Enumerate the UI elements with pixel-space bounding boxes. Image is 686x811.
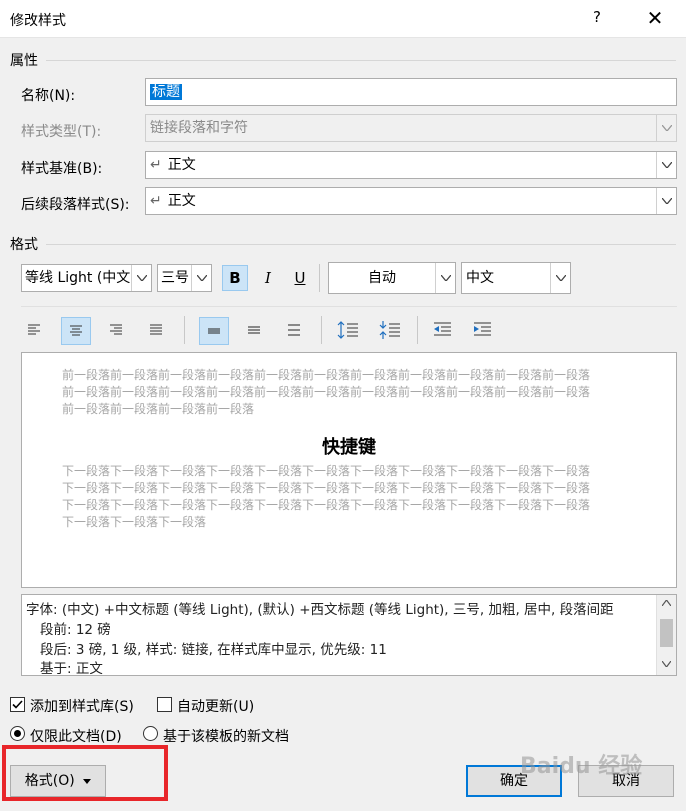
close-button[interactable]: ✕ xyxy=(640,6,670,32)
chevron-down-icon xyxy=(656,115,676,141)
align-center-icon xyxy=(70,325,82,336)
font-size-select[interactable]: 三号 xyxy=(157,264,212,292)
single-spacing-button[interactable] xyxy=(199,317,229,345)
paragraph-mark-icon: ↵ xyxy=(150,157,162,173)
align-right-button[interactable] xyxy=(103,317,129,343)
paragraph-space-before-icon xyxy=(337,321,358,339)
name-value: 标题 xyxy=(150,84,182,100)
chevron-down-icon[interactable] xyxy=(191,265,211,291)
toolbar-separator xyxy=(319,264,320,292)
format-divider xyxy=(46,244,676,245)
auto-update-label[interactable]: 自动更新(U) xyxy=(177,696,254,716)
vertical-scrollbar[interactable] xyxy=(656,595,676,675)
new-docs-template-label[interactable]: 基于该模板的新文档 xyxy=(163,726,289,746)
justify-icon xyxy=(150,324,162,335)
decrease-indent-button[interactable] xyxy=(429,317,455,343)
format-header: 格式 xyxy=(10,237,38,253)
radio-selected-dot xyxy=(14,730,21,737)
align-left-button[interactable] xyxy=(21,317,47,343)
auto-update-checkbox[interactable] xyxy=(157,697,172,712)
justify-button[interactable] xyxy=(143,317,169,343)
previous-paragraph-text: 前一段落前一段落前一段落前一段落前一段落前一段落前一段落前一段落前一段落前一段落… xyxy=(62,368,591,416)
style-type-label: 样式类型(T): xyxy=(21,124,102,140)
chevron-down-icon[interactable] xyxy=(435,263,455,293)
align-right-icon xyxy=(110,324,122,335)
italic-button[interactable]: I xyxy=(255,265,281,291)
highlight-annotation xyxy=(2,745,168,801)
checkmark-icon xyxy=(12,700,23,709)
scrollbar-thumb[interactable] xyxy=(660,619,673,647)
chevron-down-icon[interactable] xyxy=(550,263,570,293)
one-half-spacing-icon xyxy=(248,326,260,334)
window-title: 修改样式 xyxy=(10,13,66,29)
next-style-select[interactable]: ↵ 正文 xyxy=(145,187,677,215)
toolbar-separator xyxy=(417,316,418,344)
next-paragraph-text: 下一段落下一段落下一段落下一段落下一段落下一段落下一段落下一段落下一段落下一段落… xyxy=(62,464,591,529)
chevron-down-icon[interactable] xyxy=(656,188,676,214)
decrease-indent-icon xyxy=(434,322,451,336)
new-docs-template-radio[interactable] xyxy=(143,726,158,741)
scroll-down-icon xyxy=(662,661,671,667)
style-type-select: 链接段落和字符 xyxy=(145,114,677,142)
one-half-spacing-button[interactable] xyxy=(241,317,267,343)
increase-spacing-before-button[interactable] xyxy=(335,317,361,343)
name-input[interactable]: 标题 xyxy=(145,78,677,106)
description-line: 段前: 12 磅 xyxy=(40,622,111,638)
increase-indent-icon xyxy=(474,322,491,336)
paragraph-space-after-icon xyxy=(379,321,400,339)
only-this-document-radio[interactable] xyxy=(10,726,25,741)
style-type-value: 链接段落和字符 xyxy=(150,120,248,136)
description-line: 基于: 正文 xyxy=(40,661,103,676)
based-on-label: 样式基准(B): xyxy=(21,161,103,177)
underline-button[interactable]: U xyxy=(287,265,313,291)
paragraph-mark-icon: ↵ xyxy=(150,193,162,209)
decrease-spacing-before-button[interactable] xyxy=(377,317,403,343)
font-size-value: 三号 xyxy=(161,270,189,286)
preview-heading: 快捷键 xyxy=(322,437,376,458)
script-select[interactable]: 中文 xyxy=(461,262,571,294)
name-label: 名称(N): xyxy=(21,88,76,104)
based-on-value: 正文 xyxy=(167,157,196,173)
script-value: 中文 xyxy=(466,270,494,286)
scroll-up-icon xyxy=(662,600,671,606)
font-color-value: 自动 xyxy=(368,270,396,286)
properties-header: 属性 xyxy=(10,53,38,69)
only-this-document-label[interactable]: 仅限此文档(D) xyxy=(30,726,122,746)
toolbar-separator xyxy=(321,316,322,344)
font-select[interactable]: 等线 Light (中文 xyxy=(21,264,152,292)
bold-button[interactable]: B xyxy=(222,265,248,291)
add-to-gallery-checkbox[interactable] xyxy=(10,697,25,712)
increase-indent-button[interactable] xyxy=(469,317,495,343)
chevron-down-icon[interactable] xyxy=(656,152,676,178)
toolbar-divider xyxy=(21,306,677,307)
based-on-select[interactable]: ↵ 正文 xyxy=(145,151,677,179)
chevron-down-icon[interactable] xyxy=(131,265,151,291)
double-spacing-button[interactable] xyxy=(281,317,307,343)
style-description: 字体: (中文) +中文标题 (等线 Light), (默认) +西文标题 (等… xyxy=(21,594,677,676)
single-spacing-icon xyxy=(208,328,220,334)
next-style-value: 正文 xyxy=(167,193,196,209)
align-center-button[interactable] xyxy=(61,317,91,345)
next-style-label: 后续段落样式(S): xyxy=(21,197,130,213)
font-value: 等线 Light (中文 xyxy=(25,270,131,286)
style-preview: 前一段落前一段落前一段落前一段落前一段落前一段落前一段落前一段落前一段落前一段落… xyxy=(21,352,677,588)
description-line: 段后: 3 磅, 1 级, 样式: 链接, 在样式库中显示, 优先级: 11 xyxy=(40,642,387,658)
add-to-gallery-label[interactable]: 添加到样式库(S) xyxy=(30,696,134,716)
title-bar: 修改样式 ? ✕ xyxy=(0,0,686,38)
properties-divider xyxy=(46,60,676,61)
align-left-icon xyxy=(28,324,40,335)
help-button[interactable]: ? xyxy=(586,8,608,30)
font-color-select[interactable]: 自动 xyxy=(328,262,456,294)
double-spacing-icon xyxy=(288,324,300,336)
toolbar-separator xyxy=(184,316,185,344)
description-line: 字体: (中文) +中文标题 (等线 Light), (默认) +西文标题 (等… xyxy=(26,602,614,618)
watermark-logo: Baidu 经验 xyxy=(520,754,643,779)
